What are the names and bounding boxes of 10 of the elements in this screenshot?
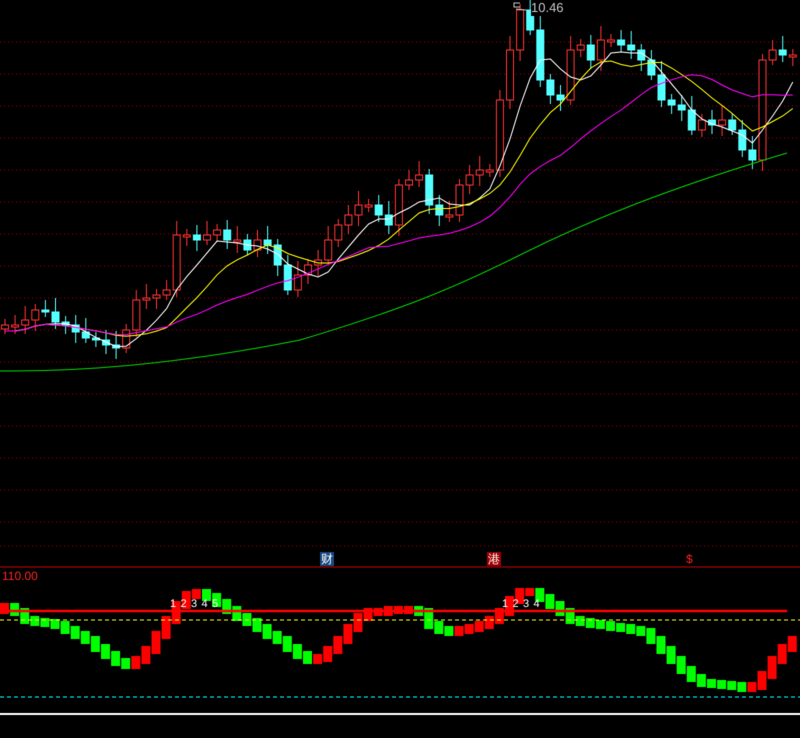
- event-marker[interactable]: $: [686, 552, 693, 566]
- event-marker[interactable]: 财: [320, 552, 334, 566]
- count-digit: 4: [202, 598, 208, 610]
- count-digit: 5: [212, 598, 218, 610]
- price-pointer-icon: [514, 2, 526, 10]
- indicator-value-label: 110.00: [2, 569, 38, 583]
- count-digit: 3: [191, 598, 198, 610]
- event-marker[interactable]: 港: [487, 552, 501, 566]
- count-digit: 3: [523, 598, 530, 610]
- max-price-label: 10.46: [531, 0, 564, 16]
